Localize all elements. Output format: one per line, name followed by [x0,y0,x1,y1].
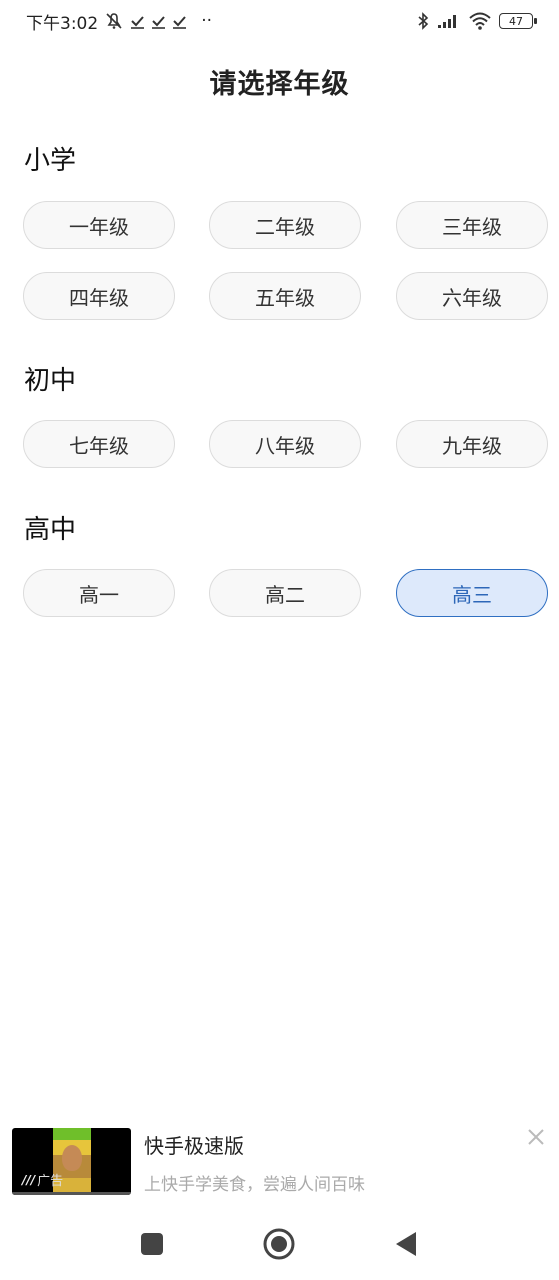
back-triangle-icon[interactable] [386,1224,426,1264]
battery-indicator: 47 [499,13,537,29]
ad-thumbnail-figure [62,1145,82,1171]
signal-icon [437,13,461,29]
page-title: 请选择年级 [209,69,350,100]
ad-logo-icon: /// [22,1172,36,1187]
grade-button[interactable]: 三年级 [396,201,548,249]
section-title-middle: 初中 [24,366,77,396]
ad-description[interactable]: 上快手学美食，尝遍人间百味 [144,1170,365,1195]
check-icon [172,14,187,29]
ad-badge: /// 广告 [22,1170,64,1190]
grade-button[interactable]: 七年级 [23,420,175,468]
grade-button[interactable]: 五年级 [209,272,361,320]
section-title-high: 高中 [24,515,77,545]
wifi-icon [469,12,491,30]
grade-button[interactable]: 六年级 [396,272,548,320]
ad-badge-label: 广告 [37,1174,64,1189]
section-title-primary: 小学 [24,146,77,176]
more-notifications-dots: ·· [201,11,212,31]
check-icon [130,14,145,29]
status-left: 下午3:02 ·· [26,9,212,34]
mute-bell-icon [104,12,124,30]
home-circle-icon[interactable] [259,1224,299,1264]
grade-button[interactable]: 九年级 [396,420,548,468]
status-bar: 下午3:02 ·· 47 [0,0,559,42]
grade-button[interactable]: 高一 [23,569,175,617]
bluetooth-icon [417,12,429,30]
status-time: 下午3:02 [26,13,99,34]
status-right: 47 [417,12,537,30]
grade-button[interactable]: 一年级 [23,201,175,249]
grade-button-selected[interactable]: 高三 [396,569,548,617]
grade-button[interactable]: 二年级 [209,201,361,249]
ad-banner[interactable]: /// 广告 快手极速版 上快手学美食，尝遍人间百味 [12,1126,547,1198]
ad-thumbnail[interactable]: /// 广告 [12,1128,131,1195]
grade-button[interactable]: 八年级 [209,420,361,468]
grade-button[interactable]: 高二 [209,569,361,617]
screen: 下午3:02 ·· 47 请选择年级 小学 一年级 二年级 三年级 四年级 五年… [0,0,559,1280]
recents-square-icon[interactable] [132,1224,172,1264]
ad-progress-bar [12,1192,131,1195]
grade-button[interactable]: 四年级 [23,272,175,320]
ad-title[interactable]: 快手极速版 [144,1130,244,1159]
close-icon[interactable] [525,1126,547,1148]
check-icon [151,14,166,29]
